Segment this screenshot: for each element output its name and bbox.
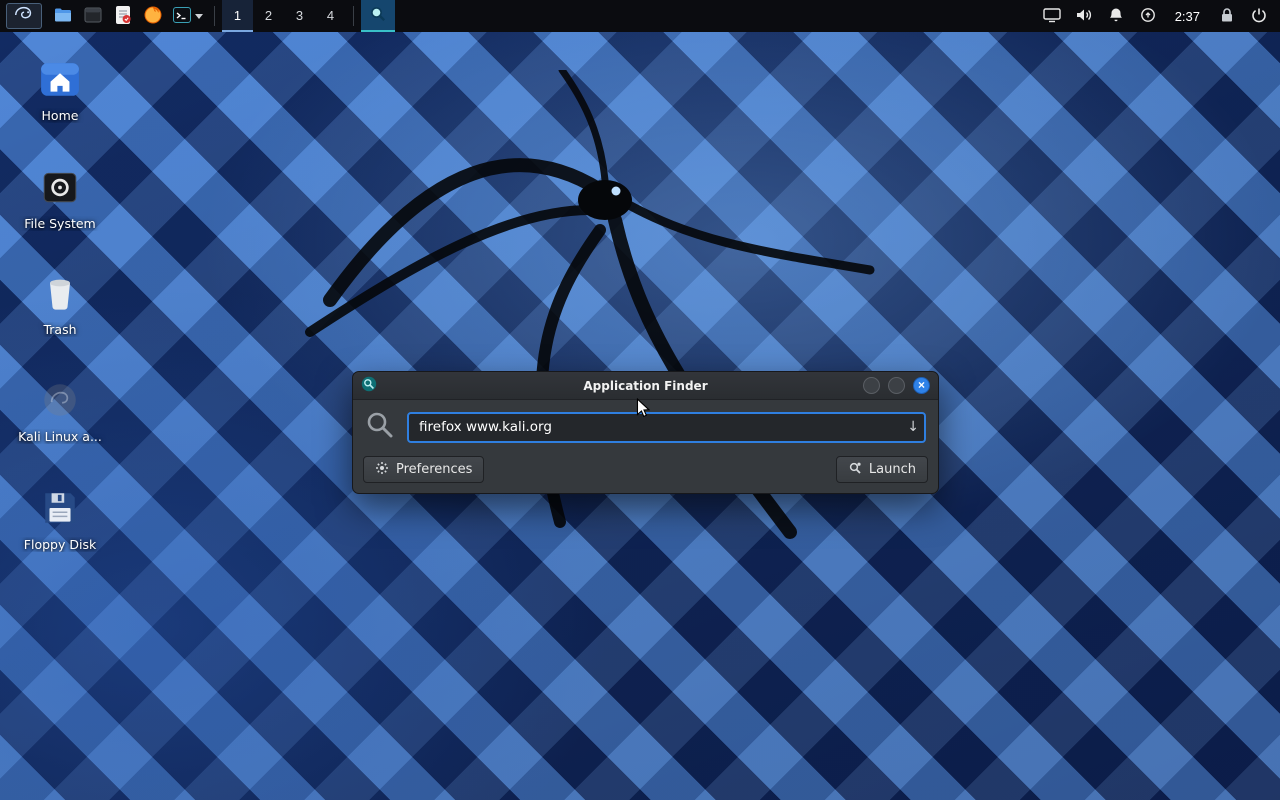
close-button[interactable]: × xyxy=(913,377,930,394)
workspace-1-button[interactable]: 1 xyxy=(222,0,253,32)
maximize-button[interactable] xyxy=(888,377,905,394)
speaker-icon xyxy=(1075,7,1093,26)
logout-button[interactable] xyxy=(1244,0,1274,32)
file-manager-launcher[interactable] xyxy=(48,0,78,32)
clock[interactable]: 2:37 xyxy=(1165,0,1210,32)
desktop-icon-label: Kali Linux a... xyxy=(12,429,108,444)
window-app-icon xyxy=(361,376,377,396)
application-finder-window: Application Finder × ↓ Preferences xyxy=(352,371,939,494)
volume-tray-button[interactable] xyxy=(1069,0,1099,32)
monitor-icon xyxy=(1043,7,1061,26)
lock-screen-button[interactable] xyxy=(1212,0,1242,32)
document-icon xyxy=(114,5,132,28)
desktop-icon-label: Home xyxy=(12,108,108,123)
terminal-icon xyxy=(172,5,192,28)
text-editor-launcher[interactable] xyxy=(108,0,138,32)
minimize-button[interactable] xyxy=(863,377,880,394)
panel-left: 1 2 3 4 xyxy=(6,0,395,32)
command-input[interactable] xyxy=(407,412,926,443)
workspace-2-button[interactable]: 2 xyxy=(253,0,284,32)
launch-button[interactable]: Launch xyxy=(836,456,928,483)
desktop-icon-trash[interactable]: Trash xyxy=(12,270,108,337)
desktop-surface: 1 2 3 4 xyxy=(0,0,1280,800)
desktop-icon-floppy-disk[interactable]: Floppy Disk xyxy=(12,485,108,552)
firefox-launcher[interactable] xyxy=(138,0,168,32)
desktop-icon-label: Trash xyxy=(12,322,108,337)
desktop-icon-label: Floppy Disk xyxy=(12,537,108,552)
workspace-3-button[interactable]: 3 xyxy=(284,0,315,32)
finder-body: ↓ xyxy=(353,400,938,450)
workspace-4-button[interactable]: 4 xyxy=(315,0,346,32)
panel-separator xyxy=(214,6,215,26)
top-panel: 1 2 3 4 xyxy=(0,0,1280,32)
panel-tray: 2:37 xyxy=(1037,0,1274,32)
display-settings-tray-button[interactable] xyxy=(1037,0,1067,32)
search-icon xyxy=(365,410,395,444)
folder-icon xyxy=(53,5,73,28)
launch-label: Launch xyxy=(869,462,916,477)
notifications-tray-button[interactable] xyxy=(1101,0,1131,32)
files-launcher[interactable] xyxy=(78,0,108,32)
terminal-launcher[interactable] xyxy=(168,0,207,32)
preferences-button[interactable]: Preferences xyxy=(363,456,484,483)
desktop-icon-label: File System xyxy=(12,216,108,231)
desktop-icon-home[interactable]: Home xyxy=(12,56,108,123)
preferences-label: Preferences xyxy=(396,462,472,477)
kali-menu-button[interactable] xyxy=(6,3,42,29)
power-icon xyxy=(1251,7,1267,26)
gear-icon xyxy=(375,461,389,479)
window-title: Application Finder xyxy=(583,379,707,393)
kali-dragon-wallpaper xyxy=(270,70,950,590)
circle-arrow-icon xyxy=(1140,7,1156,26)
titlebar-buttons: × xyxy=(863,377,930,394)
task-application-finder-button[interactable] xyxy=(361,0,395,32)
updates-tray-button[interactable] xyxy=(1133,0,1163,32)
titlebar[interactable]: Application Finder × xyxy=(353,372,938,400)
desktop-icon-kali-linux[interactable]: Kali Linux a... xyxy=(12,377,108,444)
launch-icon xyxy=(848,461,862,479)
finder-button-row: Preferences Launch xyxy=(353,450,938,493)
panel-separator xyxy=(353,6,354,26)
bell-icon xyxy=(1108,7,1124,26)
desktop-icon-file-system[interactable]: File System xyxy=(12,164,108,231)
trash-icon xyxy=(12,270,108,316)
drive-icon xyxy=(12,164,108,210)
chevron-down-icon xyxy=(195,14,203,19)
home-icon xyxy=(12,56,108,102)
floppy-icon xyxy=(12,485,108,531)
kali-disc-icon xyxy=(12,377,108,423)
dark-window-icon xyxy=(83,5,103,28)
app-finder-icon xyxy=(369,5,387,26)
lock-icon xyxy=(1220,7,1234,26)
kali-logo-icon xyxy=(13,4,35,29)
command-input-wrap: ↓ xyxy=(407,412,926,443)
firefox-icon xyxy=(143,5,163,28)
